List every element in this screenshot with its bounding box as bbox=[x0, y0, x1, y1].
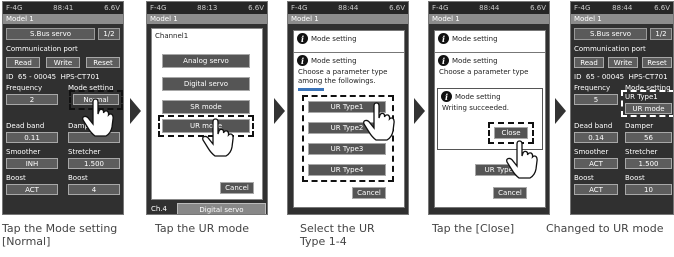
caption-1: Tap the Mode setting [Normal] bbox=[2, 222, 118, 248]
sbus-title: S.Bus servo bbox=[574, 28, 647, 40]
sbus-title: S.Bus servo bbox=[6, 28, 95, 40]
cancel-button[interactable]: Cancel bbox=[352, 187, 386, 199]
caption-5: Changed to UR mode bbox=[546, 222, 664, 235]
frequency-value[interactable]: 2 bbox=[6, 94, 58, 105]
cancel-button[interactable]: Cancel bbox=[220, 182, 254, 194]
page-indicator[interactable]: 1/2 bbox=[98, 28, 120, 40]
sr-mode-button[interactable]: SR mode bbox=[162, 100, 250, 114]
sbus-header: S.Bus servo 1/2 bbox=[6, 28, 120, 40]
channel-dialog: Channel1 Analog servo Digital servo SR m… bbox=[151, 28, 263, 200]
boost-label: Boost bbox=[574, 174, 594, 182]
channel-title: Channel1 bbox=[155, 32, 189, 40]
info-icon: i bbox=[438, 33, 449, 44]
highlight-box bbox=[621, 90, 673, 117]
stretcher-value[interactable]: 1.500 bbox=[68, 158, 120, 169]
id-row: ID 65 - 00045 HPS-CT701 bbox=[574, 73, 668, 81]
arrow-icon bbox=[130, 98, 141, 124]
mode-setting-popup-back: i Mode setting bbox=[434, 30, 546, 54]
screen-2: F-4G 88:13 6.6V Model 1 Channel1 Analog … bbox=[146, 1, 268, 215]
smoother-label: Smoother bbox=[574, 148, 609, 156]
boost-value[interactable]: ACT bbox=[574, 184, 618, 195]
analog-servo-button[interactable]: Analog servo bbox=[162, 54, 250, 68]
frequency-label: Frequency bbox=[574, 84, 611, 92]
info-icon: i bbox=[441, 91, 452, 102]
model-type: F-4G bbox=[6, 4, 23, 12]
status-bar: F-4G 88:44 6.6V bbox=[429, 2, 549, 14]
caption-2: Tap the UR mode bbox=[155, 222, 250, 235]
info-icon: i bbox=[438, 55, 449, 66]
model-name: Model 1 bbox=[429, 14, 549, 24]
model-name: Model 1 bbox=[288, 14, 408, 24]
channel-number: Ch.4 bbox=[151, 205, 168, 213]
frequency-value[interactable]: 5 bbox=[574, 94, 618, 105]
tap-hand-icon bbox=[82, 98, 114, 137]
arrow-icon bbox=[555, 98, 566, 124]
timer: 88:41 bbox=[53, 4, 74, 12]
page-indicator[interactable]: 1/2 bbox=[650, 28, 672, 40]
tap-hand-icon bbox=[506, 140, 538, 179]
arrow-icon bbox=[414, 98, 425, 124]
reset-button[interactable]: Reset bbox=[86, 57, 120, 68]
write-button[interactable]: Write bbox=[608, 57, 638, 68]
reset-button[interactable]: Reset bbox=[642, 57, 672, 68]
screen-3: F-4G 88:44 6.6V Model 1 i Mode setting iM… bbox=[287, 1, 409, 215]
battery-voltage: 6.6V bbox=[104, 4, 120, 12]
caption-3: Select the UR Type 1-4 bbox=[300, 222, 375, 248]
model-name: Model 1 bbox=[3, 14, 123, 24]
dead-band-label: Dead band bbox=[574, 122, 613, 130]
comm-port-label: Communication port bbox=[574, 45, 646, 53]
boost-value-2[interactable]: 4 bbox=[68, 184, 120, 195]
id-row: ID 65 - 00045 HPS-CT701 bbox=[6, 73, 100, 81]
stretcher-label: Stretcher bbox=[625, 148, 658, 156]
boost-label-2: Boost bbox=[625, 174, 645, 182]
status-bar: F-4G 88:44 6.6V bbox=[571, 2, 673, 14]
sbus-header: S.Bus servo 1/2 bbox=[574, 28, 672, 40]
stretcher-label: Stretcher bbox=[68, 148, 101, 156]
read-button[interactable]: Read bbox=[574, 57, 604, 68]
caption-4: Tap the [Close] bbox=[432, 222, 515, 235]
status-bar: F-4G 88:13 6.6V bbox=[147, 2, 267, 14]
status-bar: F-4G 88:41 6.6V bbox=[3, 2, 123, 14]
dead-band-label: Dead band bbox=[6, 122, 45, 130]
smoother-value[interactable]: ACT bbox=[574, 158, 618, 169]
arrow-icon bbox=[274, 98, 285, 124]
model-name: Model 1 bbox=[571, 14, 673, 24]
success-message: Writing succeeded. bbox=[442, 104, 510, 112]
boost-label-2: Boost bbox=[68, 174, 88, 182]
stretcher-value[interactable]: 1.500 bbox=[625, 158, 672, 169]
popup-question: Choose a parameter type among the follow… bbox=[298, 68, 388, 85]
frequency-label: Frequency bbox=[6, 84, 43, 92]
model-name: Model 1 bbox=[147, 14, 267, 24]
info-icon: i bbox=[297, 33, 308, 44]
dead-band-value[interactable]: 0.11 bbox=[6, 132, 58, 143]
damper-value[interactable]: 56 bbox=[625, 132, 672, 143]
smoother-label: Smoother bbox=[6, 148, 41, 156]
boost-value-2[interactable]: 10 bbox=[625, 184, 672, 195]
tap-hand-icon bbox=[202, 118, 234, 157]
mode-setting-popup-back: i Mode setting bbox=[293, 30, 405, 54]
write-button[interactable]: Write bbox=[46, 57, 80, 68]
status-bar: F-4G 88:44 6.6V bbox=[288, 2, 408, 14]
read-button[interactable]: Read bbox=[6, 57, 40, 68]
channel-footer: Ch.4 Digital servo bbox=[147, 202, 267, 214]
dead-band-value[interactable]: 0.14 bbox=[574, 132, 618, 143]
damper-label: Damper bbox=[625, 122, 654, 130]
servo-type[interactable]: Digital servo bbox=[177, 203, 266, 214]
boost-label: Boost bbox=[6, 174, 26, 182]
cancel-button[interactable]: Cancel bbox=[493, 187, 527, 199]
comm-port-label: Communication port bbox=[6, 45, 78, 53]
screen-4: F-4G 88:44 6.6V Model 1 i Mode setting iM… bbox=[428, 1, 550, 215]
info-icon: i bbox=[297, 55, 308, 66]
boost-value[interactable]: ACT bbox=[6, 184, 58, 195]
screen-5: F-4G 88:44 6.6V Model 1 S.Bus servo 1/2 … bbox=[570, 1, 674, 215]
digital-servo-button[interactable]: Digital servo bbox=[162, 77, 250, 91]
popup-question: Choose a parameter type bbox=[439, 68, 529, 76]
tap-hand-icon bbox=[363, 102, 395, 141]
screen-1: F-4G 88:41 6.6V Model 1 S.Bus servo 1/2 … bbox=[2, 1, 124, 215]
smoother-value[interactable]: INH bbox=[6, 158, 58, 169]
